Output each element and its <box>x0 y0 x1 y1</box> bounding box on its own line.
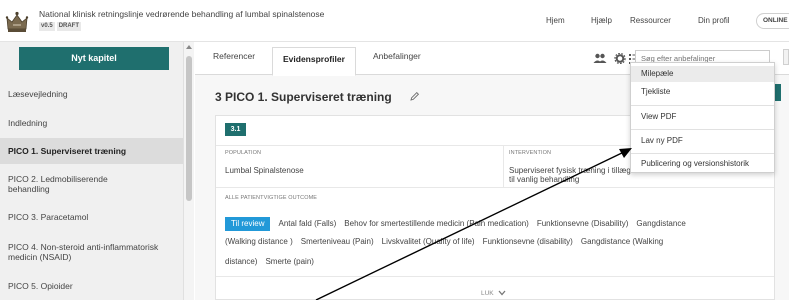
outcome-item[interactable]: Behov for smertestillende medicin (Pain … <box>344 219 529 228</box>
version-badges: v0.5 DRAFT <box>39 22 83 31</box>
gear-icon[interactable] <box>614 53 626 64</box>
close-label: LUK <box>481 290 494 297</box>
crown-logo-icon <box>5 11 29 32</box>
menu-item-milestones[interactable]: Milepæle <box>631 66 774 82</box>
outcome-item[interactable]: Antal fald (Falls) <box>278 219 336 228</box>
sidebar-item-reading-guide[interactable]: Læsevejledning <box>0 89 183 100</box>
outcome-item[interactable]: (Walking distance ) <box>225 237 293 246</box>
sidebar-item-pico-4[interactable]: PICO 4. Non-steroid anti-inflammatorisk … <box>0 242 165 262</box>
nav-profile[interactable]: Din profil <box>698 16 730 25</box>
sidebar-item-pico-1[interactable]: PICO 1. Superviseret træning <box>0 138 183 164</box>
outcomes-label: ALLE PATIENTVIGTIGE OUTCOME <box>225 195 318 201</box>
menu-separator <box>631 129 774 130</box>
outcomes-row: (Walking distance ) Smerteniveau (Pain) Li… <box>225 237 671 247</box>
sidebar-item-introduction[interactable]: Indledning <box>0 118 183 129</box>
sidebar-item-pico-2[interactable]: PICO 2. Ledmobiliserende behandling <box>0 174 150 194</box>
scrollbar-thumb[interactable] <box>186 56 192 201</box>
outcome-item[interactable]: distance) <box>225 257 257 266</box>
menu-item-checklist[interactable]: Tjekliste <box>631 84 774 100</box>
menu-separator <box>631 153 774 154</box>
new-chapter-button[interactable]: Nyt kapitel <box>19 47 169 70</box>
outcome-item[interactable]: Gangdistance <box>636 219 685 228</box>
tab-evidence-profiles[interactable]: Evidensprofiler <box>272 47 356 76</box>
menu-item-new-pdf[interactable]: Lav ny PDF <box>631 133 774 149</box>
population-value: Lumbal Spinalstenose <box>225 166 304 175</box>
online-status-badge: ONLINE <box>756 13 789 29</box>
divider <box>216 187 774 188</box>
draft-badge: DRAFT <box>56 22 82 31</box>
pencil-icon[interactable] <box>409 91 420 102</box>
page-title: 3 PICO 1. Superviseret træning <box>215 90 392 104</box>
outcome-item[interactable]: Livskvalitet (Quality of life) <box>382 237 475 246</box>
search-button[interactable] <box>783 49 789 65</box>
outcome-item[interactable]: Gangdistance (Walking <box>581 237 663 246</box>
version-badge: v0.5 <box>39 22 55 31</box>
menu-item-view-pdf[interactable]: View PDF <box>631 109 774 125</box>
divider <box>216 276 774 277</box>
chevron-down-icon <box>498 290 506 296</box>
outcome-item[interactable]: Funktionsevne (Disability) <box>537 219 629 228</box>
tools-dropdown-menu: Milepæle Tjekliste View PDF Lav ny PDF P… <box>630 62 775 173</box>
close-toggle[interactable]: LUK <box>481 290 506 297</box>
nav-help[interactable]: Hjælp <box>591 16 612 25</box>
outcome-item[interactable]: Smerteniveau (Pain) <box>301 237 374 246</box>
menu-separator <box>631 105 774 106</box>
sidebar-scrollbar[interactable] <box>183 42 194 300</box>
population-label: POPULATION <box>225 150 262 156</box>
sidebar-item-pico-3[interactable]: PICO 3. Paracetamol <box>0 212 183 223</box>
sidebar-item-pico-5[interactable]: PICO 5. Opioider <box>0 281 183 292</box>
intervention-value-line2: til vanlig behandling <box>509 175 580 184</box>
column-divider <box>503 145 504 187</box>
guideline-title: National klinisk retningslinje vedrørend… <box>39 9 325 19</box>
nav-home[interactable]: Hjem <box>546 16 565 25</box>
outcomes-row: Til review Antal fald (Falls) Behov for sm… <box>225 217 694 231</box>
menu-item-publishing-history[interactable]: Publicering og versionshistorik <box>631 156 774 172</box>
to-review-button[interactable]: Til review <box>225 217 271 231</box>
top-header: National klinisk retningslinje vedrørend… <box>0 0 789 42</box>
users-icon[interactable] <box>593 53 607 64</box>
chapter-sidebar: Nyt kapitel Læsevejledning Indledning PI… <box>0 42 194 300</box>
outcome-item[interactable]: Funktionsevne (disability) <box>483 237 573 246</box>
tab-references[interactable]: Referencer <box>207 51 261 61</box>
tab-recommendations[interactable]: Anbefalinger <box>367 51 427 61</box>
nav-resources[interactable]: Ressourcer <box>630 16 671 25</box>
outcome-item[interactable]: Smerte (pain) <box>265 257 313 266</box>
intervention-label: INTERVENTION <box>509 150 552 156</box>
scroll-up-icon[interactable] <box>186 45 192 49</box>
pico-sub-number: 3.1 <box>225 123 246 136</box>
outcomes-row: distance) Smerte (pain) <box>225 257 322 267</box>
